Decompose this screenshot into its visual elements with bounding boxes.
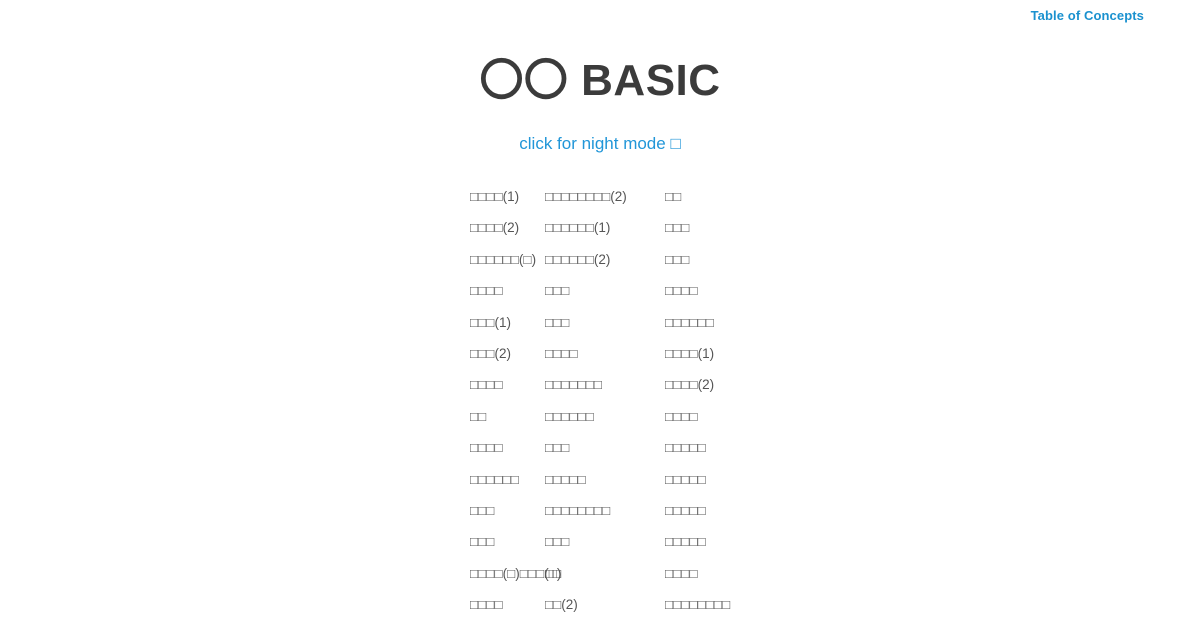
concept-cell: □□□□(1) bbox=[470, 181, 545, 212]
concept-cell: □□□□□□ bbox=[470, 620, 545, 630]
concept-cell: □□□□ bbox=[470, 369, 545, 400]
concept-link[interactable]: □□(2) bbox=[545, 597, 578, 612]
nightmode-toggle-container: click for night mode □ bbox=[0, 134, 1200, 154]
concept-cell: □□□□ bbox=[665, 275, 1200, 306]
page-title: 〇〇 BASIC bbox=[479, 56, 721, 105]
concept-cell: □□□(1) bbox=[470, 307, 545, 338]
concept-cell: □□□□ bbox=[470, 589, 545, 620]
concept-cell: □□□□□□(2) bbox=[545, 244, 665, 275]
concept-link[interactable]: □□□□ bbox=[470, 440, 503, 455]
concept-cell: □□□□□ bbox=[665, 495, 1200, 526]
concept-cell: □□□ bbox=[545, 620, 665, 630]
concept-cell: □□□□ bbox=[470, 275, 545, 306]
concept-cell: □□□□ bbox=[665, 401, 1200, 432]
concept-cell: □□□(2) bbox=[470, 338, 545, 369]
concept-link[interactable]: □□□□□ bbox=[665, 534, 706, 549]
concept-cell: □□□□□ bbox=[545, 464, 665, 495]
concept-cell: □□□□□ bbox=[665, 464, 1200, 495]
concept-link[interactable]: □□□□(1) bbox=[665, 346, 714, 361]
concept-link[interactable]: □□□□□□□□(2) bbox=[545, 189, 627, 204]
concept-link[interactable]: □□□□□□(1) bbox=[545, 220, 610, 235]
concept-cell: □□□□□ bbox=[665, 432, 1200, 463]
concept-link[interactable]: □□ bbox=[665, 189, 681, 204]
concept-link[interactable]: □□□□ bbox=[470, 377, 503, 392]
concept-cell: □□□□□□ bbox=[470, 464, 545, 495]
table-of-concepts-link[interactable]: Table of Concepts bbox=[1031, 8, 1144, 23]
concept-cell: □□ bbox=[470, 401, 545, 432]
concept-link[interactable]: □□□□□□ bbox=[470, 472, 519, 487]
concept-cell: □□□□□□□□ bbox=[665, 620, 1200, 630]
concept-link[interactable]: □□□□(2) bbox=[665, 377, 714, 392]
concept-link[interactable]: □□□□ bbox=[665, 409, 698, 424]
concept-link[interactable]: □□□□□□□□ bbox=[665, 597, 730, 612]
concept-cell: □□□□(□)□□□(□) bbox=[470, 558, 561, 589]
concept-cell: □□□ bbox=[470, 495, 545, 526]
concept-link[interactable]: □□□□ bbox=[665, 566, 698, 581]
concept-link[interactable]: □□□ bbox=[545, 283, 569, 298]
concept-link[interactable]: □□□□□ bbox=[545, 472, 586, 487]
concept-link[interactable]: □□□□□□□□ bbox=[545, 503, 610, 518]
concept-link[interactable]: □□□ bbox=[470, 503, 494, 518]
concept-link[interactable]: □□□□ bbox=[665, 283, 698, 298]
concept-cell: □□(2) bbox=[545, 589, 665, 620]
concept-cell: □□□ bbox=[545, 432, 665, 463]
concept-link[interactable]: □□□(1) bbox=[470, 315, 511, 330]
concept-link[interactable]: □□□□□□(□) bbox=[470, 252, 536, 267]
concept-cell: □□□□□□ bbox=[545, 401, 665, 432]
concept-cell: □□□□ bbox=[470, 432, 545, 463]
concept-cell: □□□ bbox=[545, 275, 665, 306]
concept-link[interactable]: □□□□□ bbox=[665, 440, 706, 455]
concept-link[interactable]: □□□□ bbox=[545, 346, 578, 361]
concept-link[interactable]: □□ bbox=[545, 566, 561, 581]
concept-cell: □□□□□□□□ bbox=[545, 495, 665, 526]
concept-link[interactable]: □□ bbox=[470, 409, 486, 424]
concept-list-area: □□□□(1) □□□□□□□□(2) □□ □□□□(2) □□□□□□(1) □□□ □… bbox=[0, 181, 1200, 630]
concept-link[interactable]: □□□□□□ bbox=[665, 315, 714, 330]
concept-link[interactable]: □□□□□ bbox=[665, 503, 706, 518]
concept-link[interactable]: □□□ bbox=[665, 220, 689, 235]
concept-cell: □□□□ bbox=[545, 338, 665, 369]
concept-link[interactable]: □□□ bbox=[545, 315, 569, 330]
concept-link[interactable]: □□□□□ bbox=[665, 472, 706, 487]
concept-link[interactable]: □□□ bbox=[665, 252, 689, 267]
concept-cell: □□□□(1) bbox=[665, 338, 1200, 369]
concept-cell: □□□ bbox=[665, 212, 1200, 243]
concept-cell: □□□□□□□ bbox=[545, 369, 665, 400]
concept-cell: □□□□□□□□ bbox=[665, 589, 1200, 620]
concept-link[interactable]: □□□(2) bbox=[470, 346, 511, 361]
concept-cell: □□ bbox=[665, 181, 1200, 212]
concept-link[interactable]: □□□□ bbox=[470, 283, 503, 298]
concept-cell: □□□□□□ bbox=[665, 307, 1200, 338]
concept-link[interactable]: □□□ bbox=[545, 440, 569, 455]
concept-link[interactable]: □□□□□□ bbox=[545, 409, 594, 424]
concept-link[interactable]: □□□ bbox=[470, 534, 494, 549]
topbar: Table of Concepts bbox=[0, 0, 1200, 28]
concept-link[interactable]: □□□ bbox=[545, 534, 569, 549]
concept-cell: □□□ bbox=[665, 244, 1200, 275]
concept-link[interactable]: □□□□(1) bbox=[470, 189, 519, 204]
concept-grid: □□□□(1) □□□□□□□□(2) □□ □□□□(2) □□□□□□(1) □□□ □… bbox=[470, 181, 1200, 630]
night-mode-toggle-link[interactable]: click for night mode □ bbox=[519, 134, 680, 153]
concept-link[interactable]: □□□□ bbox=[470, 597, 503, 612]
concept-cell: □□□□ bbox=[665, 558, 1200, 589]
concept-link[interactable]: □□□□□□(2) bbox=[545, 252, 610, 267]
concept-cell: □□□ bbox=[545, 307, 665, 338]
concept-cell: □□□□□□(□) bbox=[470, 244, 545, 275]
concept-cell: □□ bbox=[545, 558, 665, 589]
concept-cell: □□□□□ bbox=[665, 526, 1200, 557]
concept-cell: □□□□□□(1) bbox=[545, 212, 665, 243]
concept-cell: □□□ bbox=[545, 526, 665, 557]
concept-cell: □□□□(2) bbox=[470, 212, 545, 243]
concept-cell: □□□□(2) bbox=[665, 369, 1200, 400]
concept-link[interactable]: □□□□□□□ bbox=[545, 377, 602, 392]
concept-cell: □□□□□□□□(2) bbox=[545, 181, 665, 212]
concept-link[interactable]: □□□□(2) bbox=[470, 220, 519, 235]
concept-cell: □□□ bbox=[470, 526, 545, 557]
